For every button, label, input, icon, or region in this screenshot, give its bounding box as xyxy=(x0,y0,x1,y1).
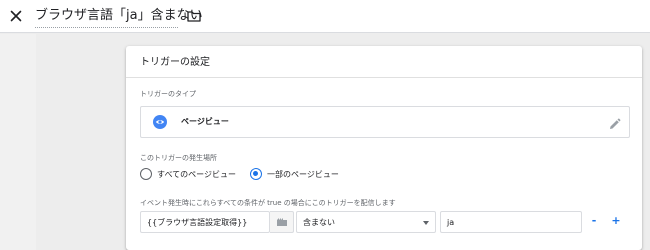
title-underline xyxy=(35,27,178,28)
condition-operator-select[interactable]: 含まない xyxy=(296,211,436,233)
left-strip xyxy=(0,34,36,250)
condition-operator-value: 含まない xyxy=(303,218,335,227)
radio-some-pageviews-label[interactable]: 一部のページビュー xyxy=(267,170,339,180)
trigger-type-label: トリガーのタイプ xyxy=(140,90,196,98)
fire-location-label: このトリガーの発生場所 xyxy=(140,154,217,162)
radio-some-pageviews[interactable] xyxy=(250,168,262,180)
condition-variable-field[interactable]: {{ブラウザ言語設定取得}} xyxy=(140,211,270,233)
condition-value-input[interactable]: ja xyxy=(440,211,582,233)
trigger-config-card: トリガーの設定 トリガーのタイプ ページビュー このトリガーの発生場所 すべての… xyxy=(126,46,642,250)
chevron-down-icon xyxy=(423,221,429,225)
condition-description: イベント発生時にこれらすべての条件が true の場合にこのトリガーを配信します xyxy=(140,199,396,207)
condition-variable-value: {{ブラウザ言語設定取得}} xyxy=(147,218,248,227)
top-bar: ブラウザ言語「ja」含まない xyxy=(0,0,650,33)
condition-value-text: ja xyxy=(447,218,455,227)
card-title: トリガーの設定 xyxy=(140,57,210,68)
folder-icon[interactable] xyxy=(186,8,202,24)
variable-icon[interactable] xyxy=(270,211,294,233)
remove-condition-button[interactable]: - xyxy=(589,214,599,228)
trigger-name-title[interactable]: ブラウザ言語「ja」含まない xyxy=(35,7,203,25)
radio-all-pageviews-label[interactable]: すべてのページビュー xyxy=(157,170,236,180)
close-icon[interactable] xyxy=(8,8,24,24)
eye-icon xyxy=(153,115,167,129)
card-header: トリガーの設定 xyxy=(126,46,642,78)
radio-all-pageviews[interactable] xyxy=(140,168,152,180)
trigger-type-selector[interactable]: ページビュー xyxy=(140,106,630,138)
add-condition-button[interactable]: + xyxy=(611,214,621,228)
trigger-type-name: ページビュー xyxy=(181,117,229,126)
pencil-icon[interactable] xyxy=(608,116,621,129)
